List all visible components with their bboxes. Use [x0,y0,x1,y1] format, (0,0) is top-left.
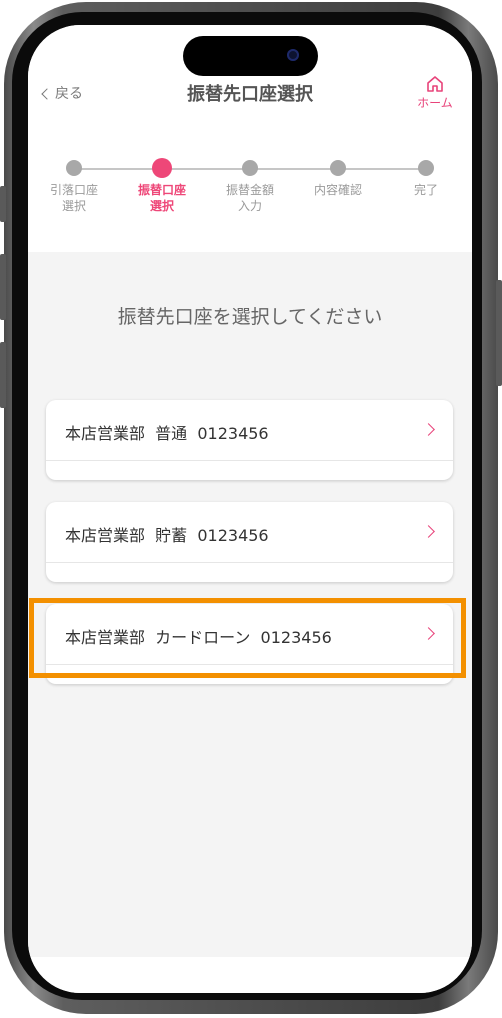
step-indicator: 引落口座 選択 振替口座 選択 振替金額 入力 内容確認 完了 [28,125,472,252]
step-dot-active [152,158,172,178]
home-label: ホーム [417,96,453,110]
step-dot [418,160,434,176]
home-button[interactable]: ホーム [410,75,460,111]
selection-prompt: 振替先口座を選択してください [117,306,383,328]
account-row[interactable]: 本店営業部 普通 0123456 [46,400,453,461]
account-label: 本店営業部 普通 0123456 [65,424,269,443]
side-button-power [496,280,502,386]
step-label: 引落口座 選択 [49,183,98,213]
step-transfer-account: 振替口座 選択 [127,158,197,214]
app-screen: 戻る 振替先口座選択 ホーム 引落口座 選択 振替口座 選択 振替金額 入力 内… [28,25,472,993]
main-content: 振替先口座を選択してください 本店営業部 普通 0123456 本店営業部 貯蓄… [28,252,472,957]
step-label: 振替金額 入力 [225,183,274,213]
step-dot [330,160,346,176]
step-label-active: 振替口座 選択 [137,183,186,213]
highlight-box [29,598,466,678]
account-card-ordinary[interactable]: 本店営業部 普通 0123456 [46,400,453,480]
step-label: 内容確認 [313,183,362,197]
account-card-savings[interactable]: 本店営業部 貯蓄 0123456 [46,502,453,582]
step-withdrawal-account: 引落口座 選択 [39,159,109,214]
account-row[interactable]: 本店営業部 貯蓄 0123456 [46,502,453,563]
bottom-bar [28,957,472,993]
side-button-volume-down [0,342,6,408]
step-label: 完了 [413,183,438,197]
chevron-right-icon [422,525,435,538]
chevron-right-icon [422,423,435,436]
step-confirmation: 内容確認 [303,159,373,198]
step-complete: 完了 [391,159,461,198]
account-label: 本店営業部 貯蓄 0123456 [65,526,269,545]
step-amount-input: 振替金額 入力 [215,159,285,214]
home-icon [427,76,443,92]
side-button-volume-up [0,254,6,320]
step-dot [242,160,258,176]
side-button-action [0,186,6,222]
step-dot [66,160,82,176]
page-title: 振替先口座選択 [187,84,313,105]
camera-icon [287,49,299,61]
